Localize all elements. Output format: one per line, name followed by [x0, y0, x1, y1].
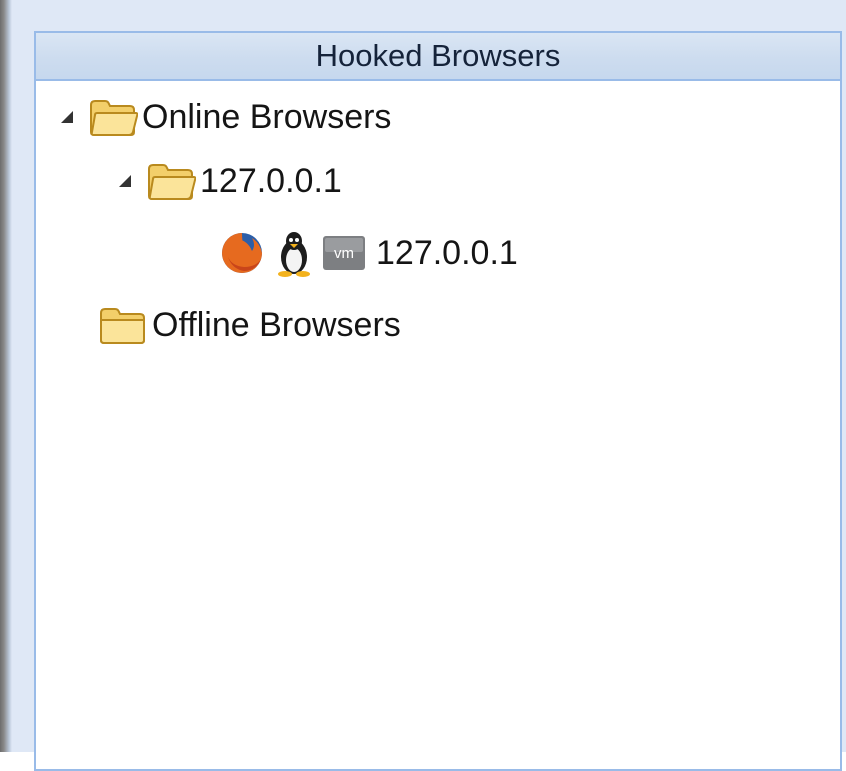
tree-node-host[interactable]: 127.0.0.1: [114, 149, 342, 213]
panel-header: Hooked Browsers: [36, 33, 840, 81]
tree-node-offline-browsers[interactable]: Offline Browsers: [98, 293, 401, 357]
window-left-edge: [0, 0, 12, 752]
folder-icon: [100, 308, 145, 344]
hooked-browsers-panel: Hooked Browsers Online Browsers 127.0.0.…: [34, 31, 842, 771]
tree-label-online-browsers[interactable]: Online Browsers: [142, 98, 391, 137]
expand-arrow-icon[interactable]: [56, 106, 78, 128]
browser-icons: vm: [218, 229, 376, 277]
window-frame: Hooked Browsers Online Browsers 127.0.0.…: [0, 0, 846, 771]
tree-label-offline-browsers[interactable]: Offline Browsers: [152, 306, 401, 345]
tree-label-browser[interactable]: 127.0.0.1: [376, 234, 518, 273]
tree-label-host[interactable]: 127.0.0.1: [200, 162, 342, 201]
folder-open-icon: [148, 164, 196, 200]
folder-open-icon: [90, 100, 138, 136]
firefox-icon: [222, 233, 262, 273]
expand-arrow-icon[interactable]: [114, 170, 136, 192]
vmware-icon: vm: [323, 236, 365, 270]
tree-node-hooked-browser[interactable]: vm 127.0.0.1: [218, 221, 518, 285]
linux-tux-icon: [278, 232, 310, 277]
tree-node-online-browsers[interactable]: Online Browsers: [56, 85, 391, 149]
svg-text:vm: vm: [334, 245, 354, 262]
panel-title: Hooked Browsers: [315, 38, 561, 73]
